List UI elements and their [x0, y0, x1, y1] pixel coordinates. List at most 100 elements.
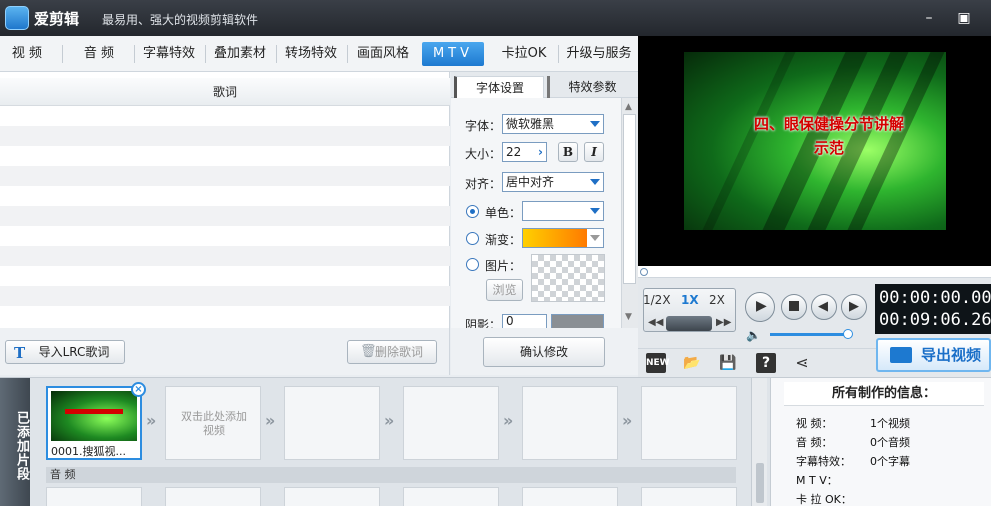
- production-info-panel: 所有制作的信息： 视 频： 1个视频 音 频： 0个音频 字幕特效： 0个字幕 …: [770, 378, 991, 506]
- speed-2x-button[interactable]: 2X: [709, 293, 725, 307]
- solid-color-select[interactable]: [522, 201, 604, 221]
- tab-effect-params[interactable]: 特效参数: [547, 76, 635, 98]
- audio-slot[interactable]: [522, 487, 618, 506]
- stop-button[interactable]: [781, 294, 807, 320]
- add-video-hint: 双击此处添加视频: [181, 410, 247, 437]
- info-key-subtitles: 字幕特效：: [796, 455, 851, 468]
- solid-color-radio[interactable]: [466, 205, 479, 218]
- tab-video[interactable]: 视 频: [4, 42, 50, 66]
- empty-clip-slot[interactable]: [641, 386, 737, 460]
- maximize-icon[interactable]: ▣: [955, 9, 973, 27]
- image-preview: [531, 254, 605, 302]
- lyrics-row[interactable]: [0, 246, 450, 266]
- tab-transition-effects[interactable]: 转场特效: [280, 42, 342, 66]
- shadow-stepper[interactable]: 0: [502, 314, 547, 328]
- jog-wheel[interactable]: [666, 316, 712, 331]
- text-t-icon: T: [14, 344, 26, 362]
- confirm-changes-button[interactable]: 确认修改: [483, 337, 605, 367]
- font-select[interactable]: 微软雅黑: [502, 114, 604, 134]
- chevron-right-icon: ›: [538, 145, 543, 159]
- info-title: 所有制作的信息：: [784, 382, 984, 406]
- clip-slot-1[interactable]: 0001.搜狐视...: [46, 386, 142, 460]
- align-select[interactable]: 居中对齐: [502, 172, 604, 192]
- settings-scrollbar[interactable]: ▲ ▼: [621, 98, 638, 328]
- rewind-icon[interactable]: ◀◀: [648, 317, 663, 328]
- scroll-thumb[interactable]: [623, 114, 636, 284]
- empty-clip-slot[interactable]: [284, 386, 380, 460]
- audio-slot[interactable]: [403, 487, 499, 506]
- lyrics-row[interactable]: [0, 166, 450, 186]
- tab-overlay-material[interactable]: 叠加素材: [208, 42, 272, 66]
- volume-slider[interactable]: [770, 333, 848, 336]
- size-stepper[interactable]: 22 ›: [502, 142, 547, 162]
- save-icon[interactable]: 💾: [718, 353, 738, 373]
- export-video-button[interactable]: 导出视频: [876, 338, 991, 372]
- minimize-icon[interactable]: –: [920, 9, 938, 27]
- tab-karaoke[interactable]: 卡拉OK: [494, 42, 554, 66]
- chevron-down-icon: [590, 235, 600, 241]
- clip-area-scrollbar[interactable]: [751, 378, 767, 506]
- lyrics-row[interactable]: [0, 206, 450, 226]
- added-clips-tab[interactable]: 已添加片段: [0, 378, 30, 506]
- audio-slot[interactable]: [46, 487, 142, 506]
- settings-actions: 确认修改: [451, 328, 638, 375]
- italic-button[interactable]: I: [584, 142, 604, 162]
- tab-font-settings[interactable]: 字体设置: [454, 76, 544, 98]
- chevron-right-icon: »: [503, 411, 514, 430]
- audio-slot[interactable]: [641, 487, 737, 506]
- tab-picture-style[interactable]: 画面风格: [350, 42, 416, 66]
- speed-1x-button[interactable]: 1X: [681, 293, 699, 307]
- lyrics-row[interactable]: [0, 286, 450, 306]
- open-folder-icon[interactable]: 📂: [682, 353, 702, 373]
- image-radio[interactable]: [466, 258, 479, 271]
- scroll-up-icon[interactable]: ▲: [625, 102, 632, 112]
- lyrics-row[interactable]: [0, 126, 450, 146]
- app-slogan: 最易用、强大的视频剪辑软件: [102, 13, 259, 27]
- gradient-radio[interactable]: [466, 232, 479, 245]
- tab-audio[interactable]: 音 频: [72, 42, 126, 66]
- timeline-handle[interactable]: [640, 268, 648, 276]
- export-video-label: 导出视频: [921, 346, 982, 364]
- lyrics-actions: T 导入LRC歌词 🗑 删除歌词: [0, 328, 450, 375]
- video-preview: 四、眼保健操分节讲解 示范: [638, 36, 991, 266]
- playback-timeline[interactable]: [638, 266, 991, 283]
- solid-color-label: 单色：: [485, 206, 522, 220]
- align-label: 对齐：: [465, 177, 502, 191]
- volume-handle[interactable]: [843, 329, 853, 339]
- project-actions: NEW 📂 💾 ? ⋖ 导出视频: [638, 338, 991, 377]
- trash-icon: 🗑: [360, 344, 377, 359]
- import-lrc-button[interactable]: T 导入LRC歌词: [5, 340, 125, 364]
- next-frame-button[interactable]: ▶: [841, 294, 867, 320]
- play-button[interactable]: ▶: [745, 292, 775, 322]
- bold-button[interactable]: B: [558, 142, 578, 162]
- clip-thumbnail: [51, 391, 137, 441]
- delete-lyrics-button[interactable]: 🗑 删除歌词: [347, 340, 437, 364]
- browse-button[interactable]: 浏览: [486, 279, 523, 301]
- shadow-color-select[interactable]: [551, 314, 604, 328]
- audio-slot[interactable]: [284, 487, 380, 506]
- volume-icon[interactable]: 🔈: [746, 328, 761, 342]
- speed-half-button[interactable]: 1/2X: [643, 293, 671, 307]
- new-project-icon[interactable]: NEW: [646, 353, 670, 373]
- size-label: 大小：: [465, 147, 502, 161]
- caption-line-1: 四、眼保健操分节讲解: [753, 115, 904, 133]
- share-icon[interactable]: ⋖: [792, 353, 812, 373]
- audio-slot[interactable]: [165, 487, 261, 506]
- fast-forward-icon[interactable]: ▶▶: [716, 317, 731, 328]
- info-key-karaoke: 卡 拉 OK：: [796, 493, 852, 506]
- empty-clip-slot[interactable]: [522, 386, 618, 460]
- tab-subtitle-effects[interactable]: 字幕特效: [138, 42, 200, 66]
- tab-upgrade-service[interactable]: 升级与服务: [561, 42, 637, 66]
- scroll-down-icon[interactable]: ▼: [625, 312, 632, 322]
- scroll-thumb[interactable]: [756, 463, 764, 503]
- step-forward-icon: ▶: [849, 299, 859, 314]
- add-video-slot[interactable]: 双击此处添加视频: [165, 386, 261, 460]
- help-icon[interactable]: ?: [756, 353, 776, 373]
- gradient-select[interactable]: [522, 228, 604, 248]
- remove-clip-icon[interactable]: ×: [131, 382, 146, 397]
- chevron-down-icon: [590, 179, 600, 185]
- empty-clip-slot[interactable]: [403, 386, 499, 460]
- prev-frame-button[interactable]: ◀: [811, 294, 837, 320]
- stop-icon: [789, 301, 799, 311]
- tab-mtv[interactable]: MTV: [422, 42, 484, 66]
